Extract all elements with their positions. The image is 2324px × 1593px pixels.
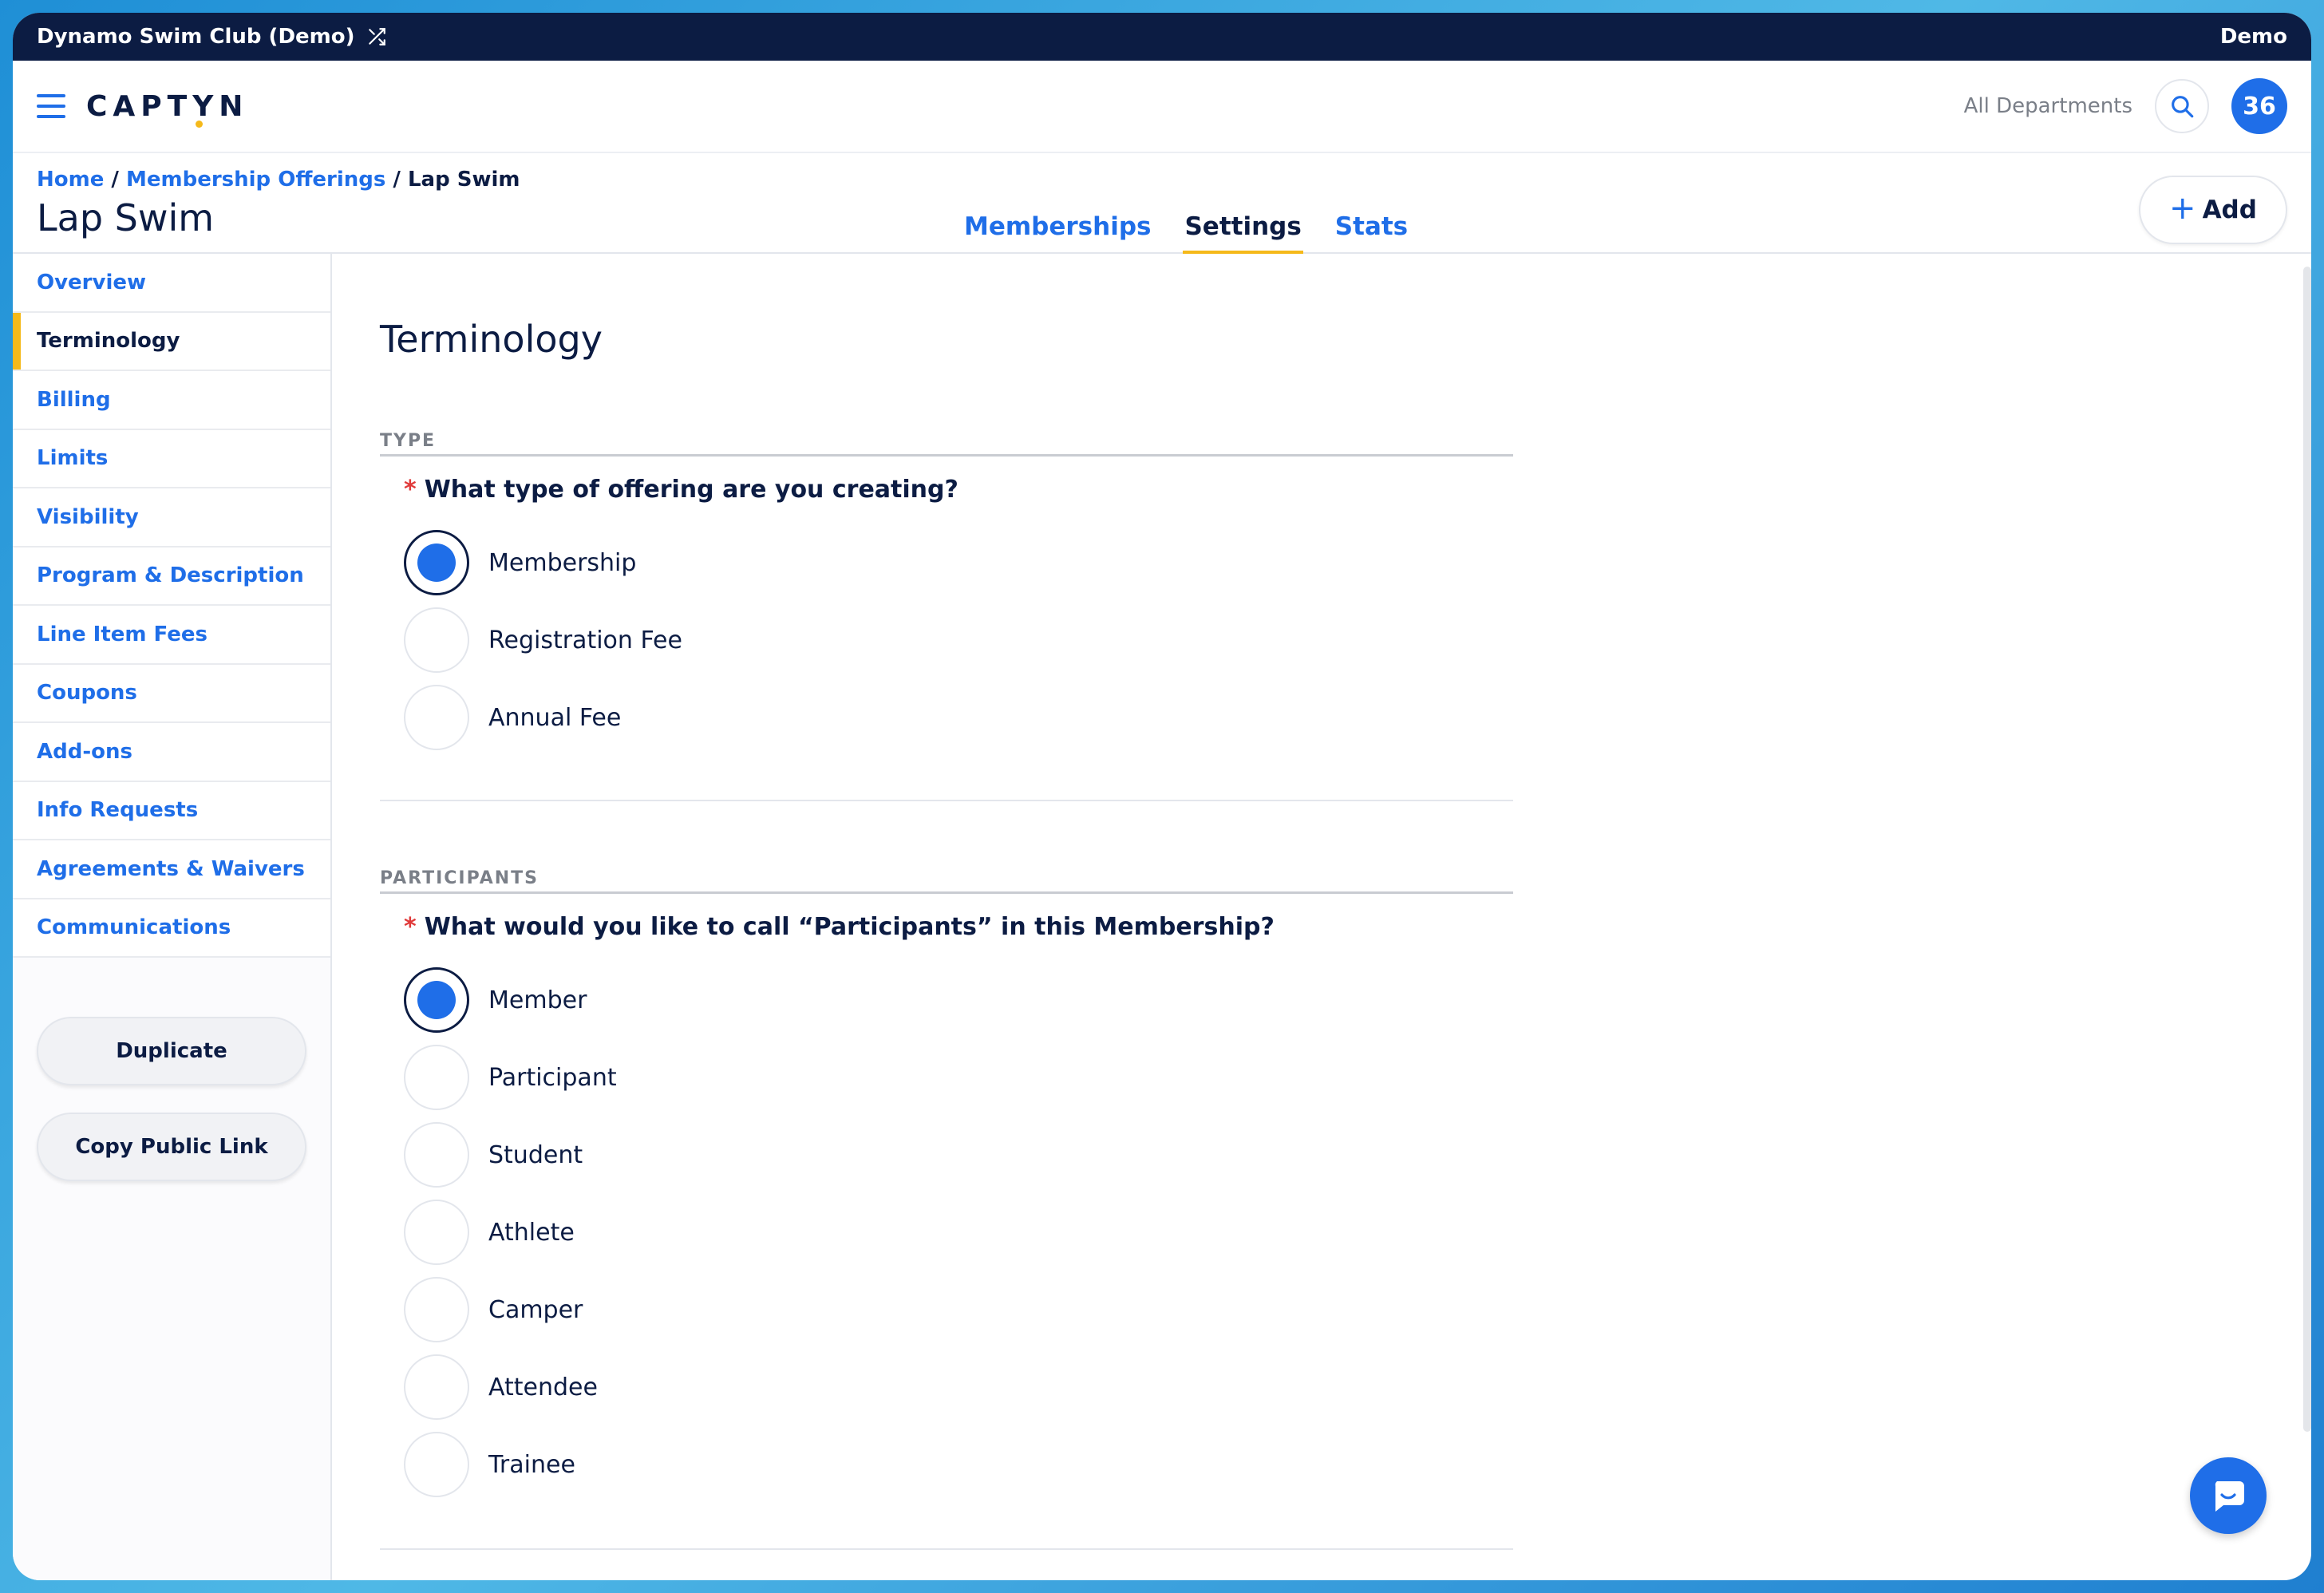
option-athlete[interactable]: Athlete [404,1200,575,1265]
participants-group-label: PARTICIPANTS [380,868,1513,894]
radio-button[interactable] [404,1277,469,1342]
page-title: Lap Swim [37,196,215,239]
section-title: Terminology [380,318,603,361]
radio-button[interactable] [404,967,469,1033]
tab-memberships[interactable]: Memberships [962,206,1152,254]
radio-label: Athlete [488,1218,575,1247]
required-marker: * [404,476,417,504]
copy-public-link-button[interactable]: Copy Public Link [37,1113,306,1181]
type-question: * What type of offering are you creating? [404,476,958,504]
sidebar-item-coupons[interactable]: Coupons [13,664,330,723]
search-icon [2172,96,2194,118]
option-member[interactable]: Member [404,967,587,1033]
sidebar-item-limits[interactable]: Limits [13,429,330,488]
plus-icon: + [2169,190,2196,227]
vertical-scrollbar[interactable] [2303,267,2311,1432]
radio-button[interactable] [404,1354,469,1420]
option-membership[interactable]: Membership [404,530,636,595]
participants-question: * What would you like to call “Participan… [404,913,1275,941]
option-camper[interactable]: Camper [404,1277,583,1342]
sidebar-item-terminology[interactable]: Terminology [13,312,330,371]
option-participant[interactable]: Participant [404,1045,617,1110]
radio-label: Trainee [488,1450,575,1479]
option-registration-fee[interactable]: Registration Fee [404,607,682,673]
page-header: Home / Membership Offerings / Lap Swim L… [13,153,2311,254]
radio-label: Student [488,1140,583,1169]
duplicate-button[interactable]: Duplicate [37,1017,306,1085]
radio-button[interactable] [404,1122,469,1188]
chat-button[interactable] [2190,1457,2267,1534]
sidebar-item-agreements-waivers[interactable]: Agreements & Waivers [13,840,330,899]
radio-label: Membership [488,548,637,577]
radio-label: Attendee [488,1373,598,1401]
tab-bar: Memberships Settings Stats [962,206,1409,254]
avatar[interactable]: 36 [2231,78,2287,134]
radio-label: Participant [488,1063,617,1092]
tab-settings[interactable]: Settings [1183,206,1303,254]
shuffle-icon [368,28,385,45]
breadcrumb-home[interactable]: Home [37,168,104,192]
add-button-label: Add [2202,196,2257,224]
chat-icon [2215,1481,2244,1512]
club-switcher[interactable]: Dynamo Swim Club (Demo) [37,25,387,49]
club-bar: Dynamo Swim Club (Demo) Demo [13,13,2311,61]
breadcrumb: Home / Membership Offerings / Lap Swim [37,168,520,192]
logo-dot [196,120,203,128]
radio-label: Registration Fee [488,626,682,654]
sidebar-item-add-ons[interactable]: Add-ons [13,723,330,782]
section-divider [380,1548,1513,1550]
search-button[interactable] [2155,79,2209,133]
mode-label: Demo [2219,25,2287,49]
radio-label: Annual Fee [488,703,622,732]
radio-button[interactable] [404,1200,469,1265]
option-trainee[interactable]: Trainee [404,1432,575,1497]
required-marker: * [404,913,417,941]
sidebar-item-communications[interactable]: Communications [13,899,330,958]
sidebar-item-line-item-fees[interactable]: Line Item Fees [13,606,330,665]
tab-stats[interactable]: Stats [1334,206,1409,254]
option-student[interactable]: Student [404,1122,583,1188]
department-selector[interactable]: All Departments [1964,94,2132,118]
sidebar-item-billing[interactable]: Billing [13,371,330,430]
radio-label: Camper [488,1295,583,1324]
club-name: Dynamo Swim Club (Demo) [37,25,355,49]
sidebar-item-overview[interactable]: Overview [13,254,330,313]
app-header: CAPTYN All Departments 36 [13,61,2311,153]
radio-label: Member [488,986,587,1014]
radio-button[interactable] [404,1432,469,1497]
type-group-label: TYPE [380,431,1513,457]
menu-icon[interactable] [37,94,65,118]
radio-button[interactable] [404,607,469,673]
sidebar-item-info-requests[interactable]: Info Requests [13,781,330,840]
add-button[interactable]: + Add [2139,176,2287,244]
radio-button[interactable] [404,685,469,750]
option-attendee[interactable]: Attendee [404,1354,598,1420]
breadcrumb-separator: / [111,168,119,192]
breadcrumb-membership-offerings[interactable]: Membership Offerings [126,168,385,192]
section-divider [380,800,1513,801]
radio-button[interactable] [404,1045,469,1110]
option-annual-fee[interactable]: Annual Fee [404,685,621,750]
settings-sidebar: Overview Terminology Billing Limits Visi… [13,254,332,1580]
breadcrumb-separator: / [393,168,401,192]
captyn-logo[interactable]: CAPTYN [86,90,248,128]
breadcrumb-current: Lap Swim [407,168,520,192]
sidebar-item-program-description[interactable]: Program & Description [13,547,330,606]
radio-button[interactable] [404,530,469,595]
sidebar-item-visibility[interactable]: Visibility [13,488,330,547]
app-window: Dynamo Swim Club (Demo) Demo CAPTYN All … [13,13,2311,1580]
